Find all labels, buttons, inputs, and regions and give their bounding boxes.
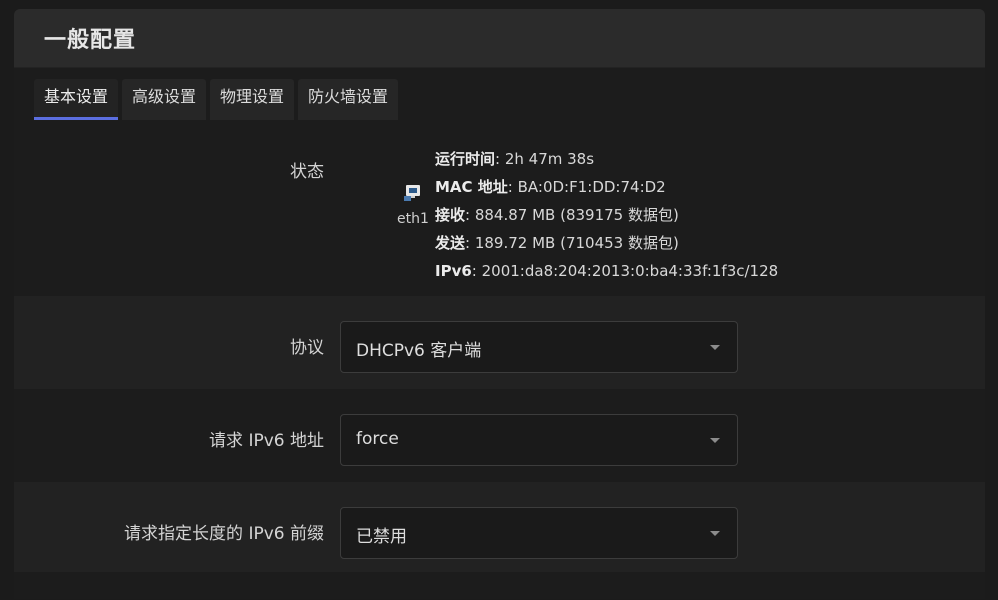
- tab-basic-settings[interactable]: 基本设置: [34, 79, 119, 120]
- prefix-length-select[interactable]: 已禁用: [340, 507, 738, 559]
- status-value: 884.87 MB (839175 数据包): [474, 206, 679, 224]
- status-key: IPv6: [435, 262, 472, 280]
- prefix-length-value: 已禁用: [356, 527, 407, 547]
- status-label: 状态: [290, 162, 324, 182]
- request-ipv6-row: 请求 IPv6 地址 force: [14, 389, 985, 482]
- status-key: MAC 地址: [435, 178, 508, 196]
- protocol-value: DHCPv6 客户端: [356, 341, 482, 361]
- protocol-row: 协议 DHCPv6 客户端: [14, 296, 985, 389]
- chevron-down-icon: [710, 531, 720, 536]
- status-line-mac: MAC 地址: BA:0D:F1:DD:74:D2: [435, 178, 666, 196]
- general-config-panel: 一般配置 基本设置 高级设置 物理设置 防火墙设置 状态 eth1 运行时间: …: [14, 9, 985, 599]
- prefix-length-label: 请求指定长度的 IPv6 前缀: [124, 524, 324, 544]
- tab-firewall-settings[interactable]: 防火墙设置: [298, 79, 399, 120]
- request-ipv6-label: 请求 IPv6 地址: [209, 431, 324, 451]
- status-details: 运行时间: 2h 47m 38s MAC 地址: BA:0D:F1:DD:74:…: [435, 145, 778, 285]
- interface-name: eth1: [397, 211, 429, 227]
- status-key: 接收: [435, 206, 466, 224]
- chevron-down-icon: [710, 438, 720, 443]
- status-value: 2001:da8:204:2013:0:ba4:33f:1f3c/128: [481, 262, 779, 280]
- status-line-rx: 接收: 884.87 MB (839175 数据包): [435, 206, 679, 224]
- tab-bar: 基本设置 高级设置 物理设置 防火墙设置: [14, 79, 985, 120]
- status-line-uptime: 运行时间: 2h 47m 38s: [435, 150, 595, 168]
- request-ipv6-value: force: [356, 429, 399, 449]
- chevron-down-icon: [710, 345, 720, 350]
- status-row: 状态 eth1 运行时间: 2h 47m 38s MAC 地址: BA:0D:F…: [14, 120, 985, 296]
- panel-header: 一般配置: [14, 9, 985, 68]
- protocol-select[interactable]: DHCPv6 客户端: [340, 321, 738, 373]
- status-value: 189.72 MB (710453 数据包): [474, 234, 679, 252]
- status-key: 运行时间: [435, 150, 496, 168]
- protocol-label: 协议: [290, 338, 324, 358]
- interface-badge: eth1: [396, 183, 430, 227]
- request-ipv6-select[interactable]: force: [340, 414, 738, 466]
- tab-advanced-settings[interactable]: 高级设置: [122, 79, 207, 120]
- status-value: 2h 47m 38s: [504, 150, 595, 168]
- prefix-length-row: 请求指定长度的 IPv6 前缀 已禁用: [14, 482, 985, 572]
- panel-title: 一般配置: [44, 28, 137, 53]
- status-line-ipv6: IPv6: 2001:da8:204:2013:0:ba4:33f:1f3c/1…: [435, 262, 779, 280]
- network-port-icon: [403, 185, 423, 207]
- status-key: 发送: [435, 234, 466, 252]
- status-value: BA:0D:F1:DD:74:D2: [517, 178, 666, 196]
- tab-physical-settings[interactable]: 物理设置: [210, 79, 295, 120]
- status-line-tx: 发送: 189.72 MB (710453 数据包): [435, 234, 679, 252]
